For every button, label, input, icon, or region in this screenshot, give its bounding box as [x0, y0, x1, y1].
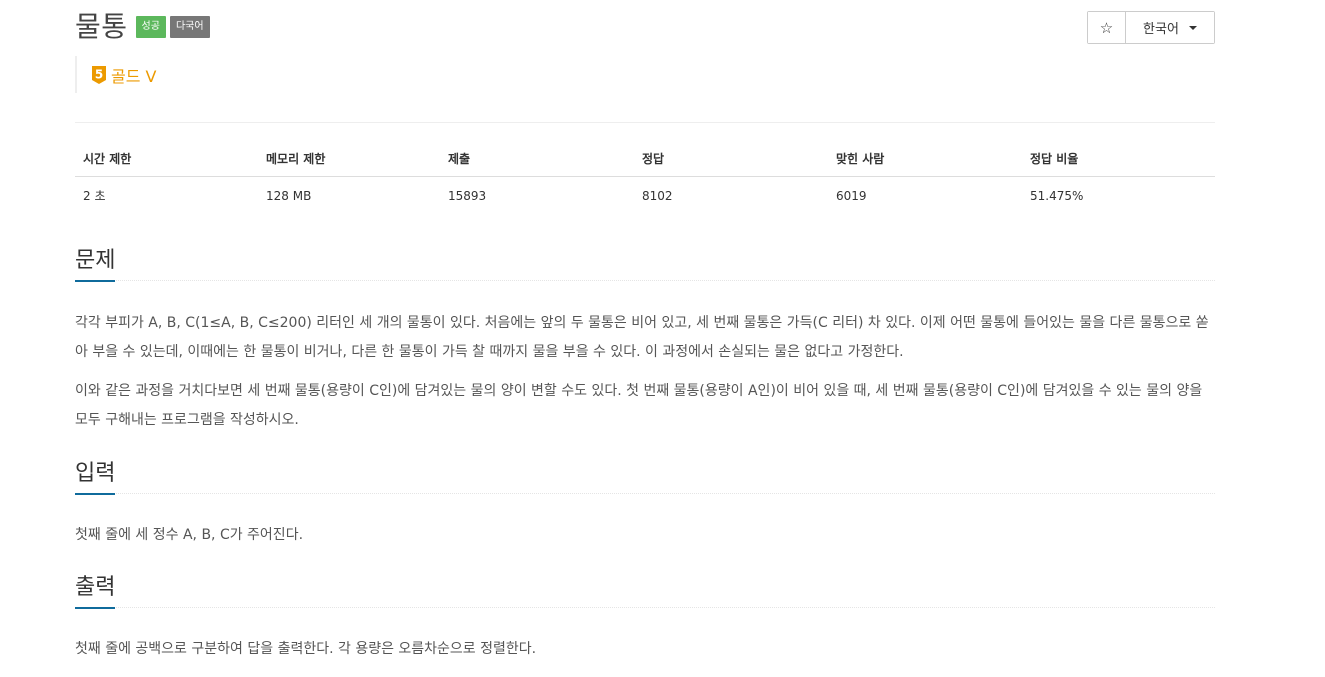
section-header: 출력: [75, 569, 1215, 609]
language-dropdown[interactable]: 한국어: [1126, 12, 1214, 43]
memory-limit-value: 128 MB: [266, 188, 312, 203]
chevron-down-icon: [1188, 25, 1197, 30]
header-submissions: 제출: [440, 140, 634, 177]
input-paragraph: 첫째 줄에 세 정수 A, B, C가 주어진다.: [75, 527, 304, 543]
table-header-row: 시간 제한 메모리 제한 제출 정답 맞힌 사람 정답 비율: [75, 140, 1215, 177]
tier-link[interactable]: 골드 V: [111, 63, 156, 87]
accept-ratio-value: 51.475%: [1030, 188, 1084, 203]
section-header: 문제: [75, 242, 1215, 282]
section-underline: [75, 607, 115, 609]
section-title-input: 입력: [75, 461, 116, 486]
section-title-output: 출력: [75, 575, 116, 600]
star-icon: ☆: [1099, 18, 1114, 37]
star-button[interactable]: ☆: [1088, 12, 1126, 43]
header-time-limit: 시간 제한: [75, 140, 258, 177]
tier-badge-icon: 5: [92, 65, 106, 84]
section-underline: [75, 280, 115, 282]
submissions-value: 15893: [448, 188, 487, 203]
problem-paragraph: 각각 부피가 A, B, C(1≤A, B, C≤200) 리터인 세 개의 물…: [75, 315, 1209, 360]
toolbar: ☆ 한국어: [1087, 11, 1215, 44]
divider: [75, 122, 1215, 123]
success-badge: 성공: [135, 16, 166, 38]
tier-level: 5: [95, 67, 103, 81]
problem-section: 문제 각각 부피가 A, B, C(1≤A, B, C≤200) 리터인 세 개…: [75, 242, 1215, 435]
tier-box: 5 골드 V: [75, 56, 156, 93]
output-paragraph: 첫째 줄에 공백으로 구분하여 답을 출력한다. 각 용량은 오름차순으로 정렬…: [75, 641, 537, 657]
problem-title: 물통: [75, 10, 128, 43]
problem-paragraph: 이와 같은 과정을 거치다보면 세 번째 물통(용량이 C인)에 담겨있는 물의…: [75, 383, 1203, 428]
title-row: 물통 성공 다국어: [75, 8, 210, 46]
multilang-badge: 다국어: [169, 16, 210, 38]
problem-info-table: 시간 제한 메모리 제한 제출 정답 맞힌 사람 정답 비율 2 초 128 M…: [75, 140, 1215, 212]
section-title-problem: 문제: [75, 248, 116, 273]
solved-users-value: 6019: [836, 188, 867, 203]
section-header: 입력: [75, 455, 1215, 495]
table-row: 2 초 128 MB 15893 8102 6019 51.475%: [75, 177, 1215, 213]
output-section: 출력 첫째 줄에 공백으로 구분하여 답을 출력한다. 각 용량은 오름차순으로…: [75, 569, 1215, 664]
time-limit-value: 2 초: [83, 189, 106, 203]
header-accepted: 정답: [634, 140, 828, 177]
header-memory-limit: 메모리 제한: [258, 140, 440, 177]
header-accept-ratio: 정답 비율: [1022, 140, 1215, 177]
header-solved-users: 맞힌 사람: [828, 140, 1022, 177]
section-underline: [75, 493, 115, 495]
language-label: 한국어: [1143, 22, 1179, 37]
accepted-value: 8102: [642, 188, 673, 203]
input-section: 입력 첫째 줄에 세 정수 A, B, C가 주어진다.: [75, 455, 1215, 550]
